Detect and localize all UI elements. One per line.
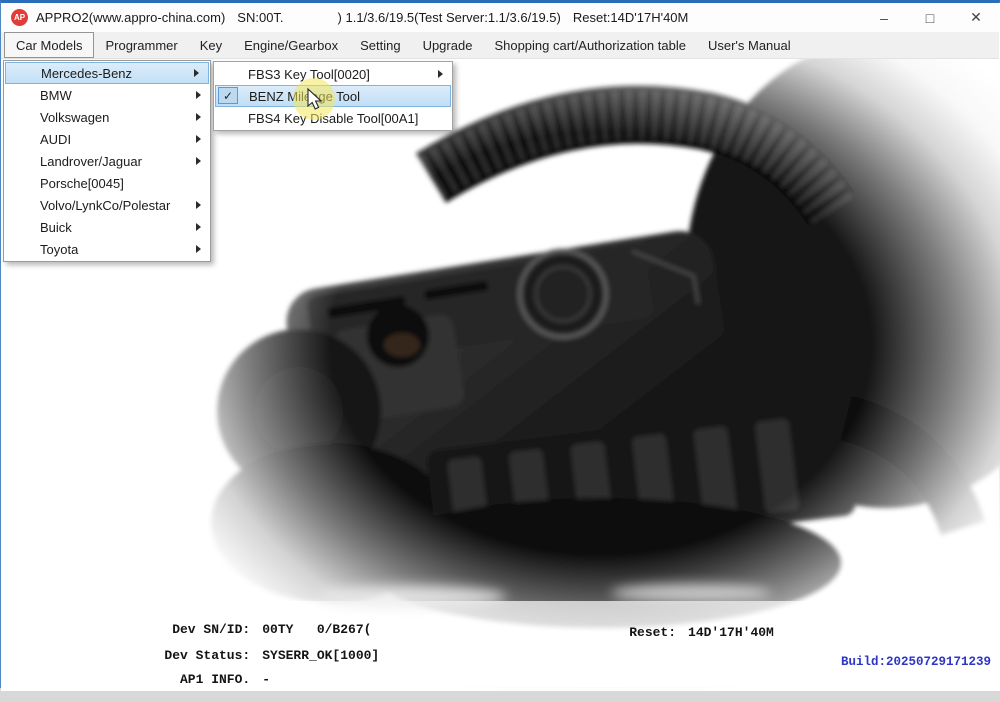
menu-upgrade[interactable]: Upgrade <box>412 32 484 58</box>
submenu-arrow-icon <box>196 223 201 231</box>
menu-users-manual[interactable]: User's Manual <box>697 32 802 58</box>
submenu-arrow-icon <box>196 91 201 99</box>
submenu-arrow-icon <box>194 69 199 77</box>
title-serial-number: SN:00T. <box>237 10 283 25</box>
app-logo-icon: AP <box>11 9 28 26</box>
menu-item-label: Buick <box>40 220 72 235</box>
minimize-icon[interactable]: – <box>861 3 907 32</box>
menu-bar: Car Models Programmer Key Engine/Gearbox… <box>1 32 999 59</box>
submenu-item-label: BENZ Mileage Tool <box>249 89 360 104</box>
menu-item-label: Volkswagen <box>40 110 109 125</box>
menu-engine-gearbox[interactable]: Engine/Gearbox <box>233 32 349 58</box>
menu-item-label: Mercedes-Benz <box>41 66 132 81</box>
menu-item-buick[interactable]: Buick <box>4 216 210 238</box>
menu-item-toyota[interactable]: Toyota <box>4 238 210 260</box>
reset-row: Reset: 14D'17H'40M <box>598 610 774 655</box>
menu-item-label: Toyota <box>40 242 78 257</box>
maximize-icon[interactable]: □ <box>907 3 953 32</box>
menu-key[interactable]: Key <box>189 32 233 58</box>
menu-item-audi[interactable]: AUDI <box>4 128 210 150</box>
menu-item-mercedes-benz[interactable]: Mercedes-Benz <box>5 62 209 84</box>
ap1-info-value: - <box>262 672 270 687</box>
submenu-item-benz-mileage-tool[interactable]: ✓ BENZ Mileage Tool <box>215 85 451 107</box>
submenu-item-label: FBS3 Key Tool[0020] <box>248 67 370 82</box>
reset-value: 14D'17H'40M <box>688 625 774 640</box>
title-version-info: ) 1.1/3.6/19.5(Test Server:1.1/3.6/19.5) <box>338 10 561 25</box>
submenu-arrow-icon <box>438 70 443 78</box>
menu-item-label: Landrover/Jaguar <box>40 154 142 169</box>
menu-programmer[interactable]: Programmer <box>94 32 188 58</box>
menu-item-bmw[interactable]: BMW <box>4 84 210 106</box>
mercedes-submenu: FBS3 Key Tool[0020] ✓ BENZ Mileage Tool … <box>213 61 453 131</box>
reset-label: Reset: <box>629 625 676 640</box>
submenu-arrow-icon <box>196 157 201 165</box>
submenu-item-fbs4-key-disable-tool[interactable]: FBS4 Key Disable Tool[00A1] <box>214 107 452 129</box>
submenu-arrow-icon <box>196 135 201 143</box>
menu-shopping-cart[interactable]: Shopping cart/Authorization table <box>483 32 697 58</box>
submenu-item-fbs3-key-tool[interactable]: FBS3 Key Tool[0020] <box>214 63 452 85</box>
submenu-arrow-icon <box>196 201 201 209</box>
title-app-name: APPRO2(www.appro-china.com) <box>36 10 225 25</box>
close-icon[interactable]: ✕ <box>953 3 999 32</box>
app-window: AP APPRO2(www.appro-china.com) SN:00T. )… <box>0 0 1000 688</box>
dev-status-value: SYSERR_OK[1000] <box>262 648 379 663</box>
ap1-info-label: AP1 INFO. <box>32 672 250 687</box>
menu-item-porsche[interactable]: Porsche[0045] <box>4 172 210 194</box>
car-models-dropdown: Mercedes-Benz BMW Volkswagen AUDI Landro… <box>3 60 211 262</box>
submenu-item-label: FBS4 Key Disable Tool[00A1] <box>248 111 418 126</box>
menu-item-landrover-jaguar[interactable]: Landrover/Jaguar <box>4 150 210 172</box>
menu-item-label: Volvo/LynkCo/Polestar <box>40 198 170 213</box>
ap1-info-row: AP1 INFO.- <box>1 657 270 702</box>
title-reset-info: Reset:14D'17H'40M <box>573 10 689 25</box>
menu-item-volvo-lynkco-polestar[interactable]: Volvo/LynkCo/Polestar <box>4 194 210 216</box>
menu-item-label: BMW <box>40 88 72 103</box>
submenu-arrow-icon <box>196 245 201 253</box>
submenu-arrow-icon <box>196 113 201 121</box>
window-controls: – □ ✕ <box>861 3 999 32</box>
menu-item-label: AUDI <box>40 132 71 147</box>
build-number: Build:20250729171239 <box>841 655 991 669</box>
menu-item-label: Porsche[0045] <box>40 176 124 191</box>
menu-setting[interactable]: Setting <box>349 32 411 58</box>
menu-item-volkswagen[interactable]: Volkswagen <box>4 106 210 128</box>
checkmark-icon: ✓ <box>218 87 238 104</box>
title-bar: AP APPRO2(www.appro-china.com) SN:00T. )… <box>1 3 999 32</box>
menu-car-models[interactable]: Car Models <box>4 32 94 58</box>
